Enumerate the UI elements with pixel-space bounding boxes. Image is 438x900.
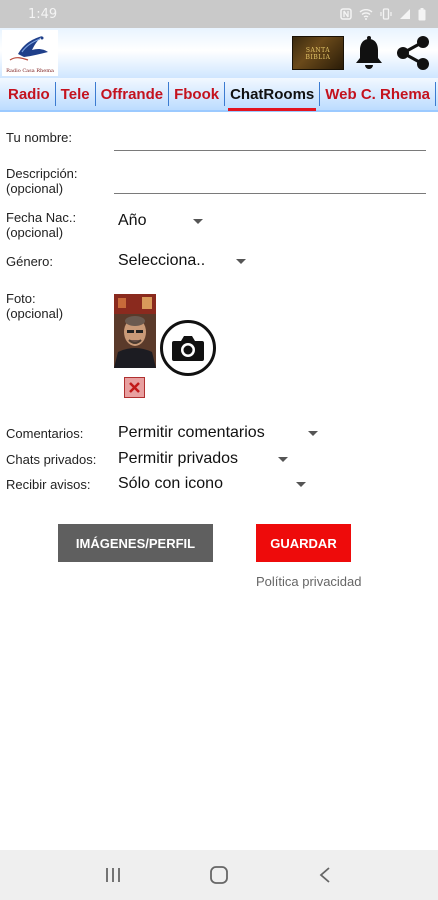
notifications-label: Recibir avisos: [6,477,91,492]
close-icon [129,382,140,393]
bible-button[interactable]: SANTA BIBLIA [292,36,344,70]
recent-apps-button[interactable] [88,855,138,895]
comments-select[interactable]: Permitir comentarios [118,424,318,442]
description-label: Descripción: (opcional) [6,166,78,196]
logo-text: Radio Casa Rhema [6,68,54,74]
home-button[interactable] [194,855,244,895]
name-label: Tu nombre: [6,130,72,145]
tab-divider [54,82,56,106]
save-button[interactable]: GUARDAR [256,524,351,562]
bible-label: SANTA BIBLIA [305,47,331,61]
name-input[interactable] [114,150,426,151]
header-actions: SANTA BIBLIA [292,28,438,78]
private-chats-select[interactable]: Permitir privados [118,450,288,468]
notifications-value: Sólo con icono [118,475,223,492]
tab-divider [319,82,321,106]
status-bar: 1:49 [0,0,438,28]
camera-button[interactable] [160,320,216,376]
tab-radio[interactable]: Radio [4,80,54,108]
privacy-policy-link[interactable]: Política privacidad [256,574,362,589]
private-chats-label: Chats privados: [6,452,97,467]
camera-icon [172,336,204,361]
delete-photo-button[interactable] [124,377,145,398]
gender-value: Selecciona.. [118,252,206,269]
back-button[interactable] [300,855,350,895]
chevron-down-icon [193,218,203,224]
birth-optional: (opcional) [6,225,64,240]
tab-divider [224,82,226,106]
birth-label: Fecha Nac.: (opcional) [6,210,76,240]
gender-label: Género: [6,254,53,269]
back-icon [319,867,330,883]
chevron-down-icon [278,456,288,462]
tab-bar: Radio Tele Offrande Fbook ChatRooms Web … [0,78,438,112]
comments-value: Permitir comentarios [118,424,265,441]
status-icons [340,7,426,21]
system-nav-bar [0,850,438,900]
tab-divider [168,82,170,106]
chevron-down-icon [308,430,318,436]
birth-year-select[interactable]: Año [118,212,203,230]
tab-web-rhema[interactable]: Web C. Rhema [321,80,434,108]
tab-divider [94,82,96,106]
status-time: 1:49 [28,6,58,22]
comments-label: Comentarios: [6,426,84,441]
signal-icon [400,9,410,19]
nfc-icon [340,8,352,20]
profile-photo[interactable] [114,294,156,368]
share-icon[interactable] [394,34,432,72]
description-optional: (opcional) [6,181,64,196]
chevron-down-icon [236,258,246,264]
photo-label: Foto: (opcional) [6,291,63,321]
tab-offrande[interactable]: Offrande [97,80,168,108]
recents-icon [106,868,120,882]
birth-label-text: Fecha Nac.: [6,210,77,225]
wifi-icon [359,9,373,20]
description-input[interactable] [114,193,426,194]
tab-tele[interactable]: Tele [57,80,94,108]
tab-divider [435,82,437,106]
notifications-select[interactable]: Sólo con icono [118,475,306,493]
bell-icon[interactable] [354,36,384,70]
app-logo: Radio Casa Rhema [2,30,58,76]
chevron-down-icon [296,481,306,487]
images-profile-button[interactable]: IMÁGENES/PERFIL [58,524,213,562]
battery-icon [418,7,426,20]
dove-logo-icon [9,36,48,61]
tab-chatrooms[interactable]: ChatRooms [226,80,318,111]
birth-year-value: Año [118,212,147,229]
description-label-text: Descripción: [6,166,78,181]
photo-label-text: Foto: [6,291,36,306]
private-chats-value: Permitir privados [118,450,239,467]
gender-select[interactable]: Selecciona.. [118,252,246,270]
app-header: Radio Casa Rhema SANTA BIBLIA [0,28,438,78]
vibrate-icon [380,8,392,20]
home-icon [210,866,228,884]
tab-fbook[interactable]: Fbook [170,80,223,108]
profile-photo-image [114,294,156,368]
photo-optional: (opcional) [6,306,64,321]
